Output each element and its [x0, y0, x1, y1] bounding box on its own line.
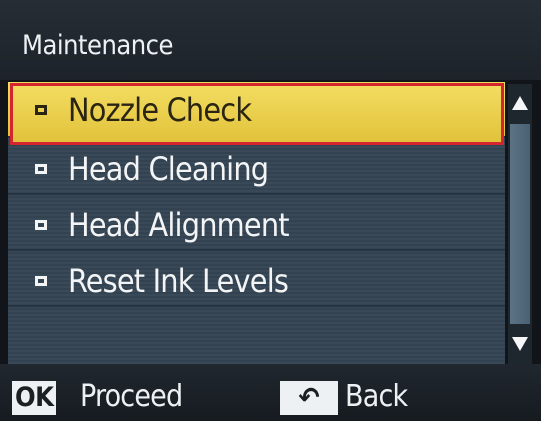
scrollbar-track[interactable]	[510, 124, 530, 324]
menu-item-label: Nozzle Check	[68, 91, 252, 129]
menu-item-label: Head Cleaning	[68, 150, 269, 188]
printer-lcd-screen: Maintenance Nozzle Check Head Cleaning H…	[0, 0, 541, 421]
footer-bar: OK Proceed ↶ Back	[0, 364, 541, 421]
bullet-icon	[35, 164, 47, 174]
menu-item-head-cleaning[interactable]: Head Cleaning	[10, 142, 504, 198]
menu-item-label: Reset Ink Levels	[68, 262, 289, 300]
menu-item-head-alignment[interactable]: Head Alignment	[10, 198, 504, 254]
bullet-icon	[35, 105, 47, 115]
page-title: Maintenance	[22, 30, 173, 61]
header-bar: Maintenance	[0, 0, 541, 80]
menu-item-reset-ink-levels[interactable]: Reset Ink Levels	[10, 254, 504, 310]
scrollbar[interactable]	[508, 84, 532, 364]
ok-button[interactable]: OK	[12, 381, 57, 415]
scroll-down-icon[interactable]	[512, 337, 528, 351]
proceed-label: Proceed	[80, 379, 183, 414]
return-arrow-icon: ↶	[298, 381, 320, 414]
menu-item-label: Head Alignment	[68, 206, 290, 244]
bullet-icon	[35, 220, 47, 230]
back-button[interactable]: ↶	[280, 381, 338, 415]
back-label: Back	[345, 379, 408, 414]
menu-item-nozzle-check[interactable]: Nozzle Check	[10, 83, 504, 139]
bullet-icon	[35, 276, 47, 286]
list-item-background	[8, 307, 505, 363]
scroll-up-icon[interactable]	[512, 96, 528, 110]
